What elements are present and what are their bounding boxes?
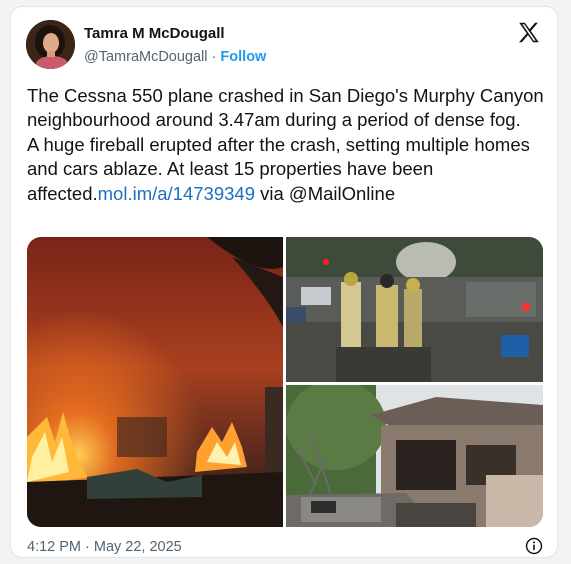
follow-button[interactable]: Follow [220, 49, 266, 65]
tweet-card: Tamra M McDougall @TamraMcDougall · Foll… [10, 6, 558, 558]
info-icon[interactable] [525, 537, 543, 555]
avatar[interactable] [26, 20, 75, 69]
photo-fire-night[interactable] [27, 237, 283, 527]
tweet-paragraph-1: The Cessna 550 plane crashed in San Dieg… [27, 85, 544, 131]
tweet-timestamp[interactable]: 4:12 PM · May 22, 2025 [27, 539, 182, 555]
author-handle-row: @TamraMcDougall · Follow [84, 49, 266, 65]
x-logo-icon[interactable] [516, 20, 542, 46]
author-display-name[interactable]: Tamra M McDougall [84, 25, 225, 42]
article-link[interactable]: mol.im/a/14739349 [98, 183, 255, 204]
avatar-image [26, 20, 75, 69]
separator-dot: · [211, 49, 217, 65]
author-handle[interactable]: @TamraMcDougall [84, 49, 208, 65]
tweet-text: The Cessna 550 plane crashed in San Dieg… [27, 84, 549, 206]
tweet-paragraph-2: A huge fireball erupted after the crash,… [27, 133, 549, 206]
media-grid [27, 237, 543, 527]
via-text: via @MailOnline [255, 182, 396, 204]
photo-firefighters[interactable] [286, 237, 543, 382]
photo-burned-house[interactable] [286, 385, 543, 527]
